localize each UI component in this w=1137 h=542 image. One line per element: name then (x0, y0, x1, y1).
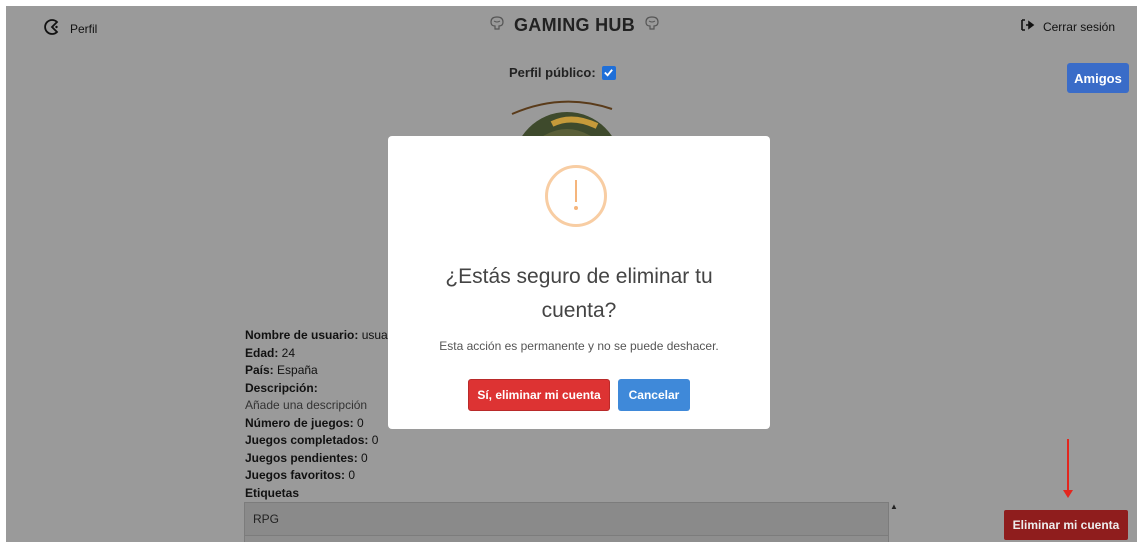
tags-heading: Etiquetas (245, 485, 300, 500)
profile-info: Nombre de usuario: usua Edad: 24 País: E… (245, 327, 388, 502)
public-profile-toggle: Perfil público: (509, 65, 616, 80)
description-row: Descripción: (245, 380, 318, 395)
dialog-title: ¿Estás seguro de eliminar tu cuenta? (445, 265, 713, 322)
cancel-button[interactable]: Cancelar (618, 379, 690, 411)
tags-list-next-row (244, 535, 889, 542)
brand-title: GAMING HUB (514, 15, 635, 35)
logout-icon (1021, 19, 1035, 34)
annotation-arrow (1067, 439, 1069, 494)
scroll-up-icon[interactable]: ▲ (889, 502, 899, 512)
description-placeholder[interactable]: Añade una descripción (245, 397, 388, 415)
tag-item[interactable]: RPG (253, 512, 279, 526)
brain-icon (488, 14, 506, 37)
brain-icon (643, 14, 661, 37)
brand: GAMING HUB (488, 14, 661, 37)
logout-label: Cerrar sesión (1042, 19, 1115, 34)
profile-icon (42, 17, 62, 40)
games-count-row: Número de juegos: 0 (245, 415, 364, 430)
logout-link[interactable]: Cerrar sesión (1021, 19, 1115, 34)
page-backdrop: Perfil GAMING HUB Cerrar sesión Perfil p… (6, 6, 1137, 542)
dialog-message: Esta acción es permanente y no se puede … (439, 339, 719, 353)
checkmark-icon (604, 69, 614, 77)
public-profile-checkbox[interactable] (601, 65, 616, 80)
delete-account-button[interactable]: Eliminar mi cuenta (1004, 510, 1128, 540)
username-row: Nombre de usuario: usua (245, 328, 388, 342)
favorite-games-row: Juegos favoritos: 0 (245, 468, 356, 482)
friends-button[interactable]: Amigos (1067, 63, 1129, 93)
public-profile-label: Perfil público: (509, 65, 596, 80)
profile-link-label: Perfil (70, 21, 98, 36)
completed-games-row: Juegos completados: 0 (245, 433, 379, 447)
tags-list[interactable]: RPG ▲ (244, 502, 898, 536)
confirm-dialog: ¿Estás seguro de eliminar tu cuenta? Est… (388, 136, 770, 429)
age-row: Edad: 24 (245, 345, 296, 360)
country-row: País: España (245, 363, 318, 377)
top-navbar: Perfil GAMING HUB Cerrar sesión (6, 6, 1137, 48)
warning-icon (545, 165, 607, 227)
profile-link[interactable]: Perfil (42, 17, 97, 40)
pending-games-row: Juegos pendientes: 0 (245, 450, 368, 465)
annotation-arrow-head (1063, 490, 1073, 498)
confirm-delete-button[interactable]: Sí, eliminar mi cuenta (468, 379, 610, 411)
